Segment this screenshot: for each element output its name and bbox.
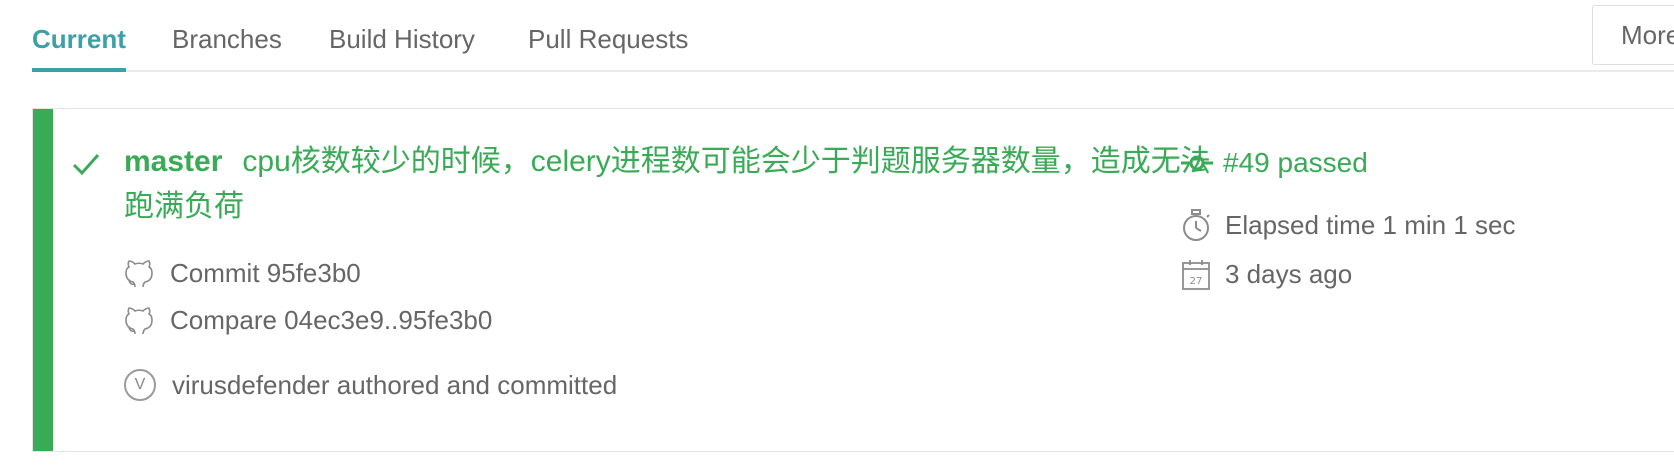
tab-pull-requests[interactable]: Pull Requests [528, 24, 688, 72]
finished-label: 3 days ago [1225, 258, 1353, 289]
tab-branches[interactable]: Branches [172, 24, 282, 72]
github-icon [125, 307, 153, 335]
elapsed-time: Elapsed time 1 min 1 sec [1181, 205, 1515, 245]
build-number-link[interactable]: #49 passed [1181, 143, 1368, 183]
commit-icon [1181, 155, 1213, 171]
build-number-label: #49 passed [1223, 147, 1368, 178]
current-build-card: master cpu核数较少的时候，celery进程数可能会少于判题服务器数量，造… [32, 108, 1674, 452]
finished-at: 27 3 days ago [1181, 254, 1352, 294]
stopwatch-icon [1183, 209, 1210, 241]
branch-name[interactable]: master [124, 145, 222, 178]
tab-build-history[interactable]: Build History [329, 24, 475, 72]
commit-link[interactable]: Commit 95fe3b0 [170, 258, 361, 289]
author-text: virusdefender authored and committed [172, 369, 618, 400]
check-icon [72, 154, 100, 176]
build-tabs: Current Branches Build History Pull Requ… [32, 0, 1674, 72]
elapsed-time-label: Elapsed time 1 min 1 sec [1225, 209, 1516, 240]
commit-message: cpu核数较少的时候，celery进程数可能会少于判题服务器数量，造成无法跑满负… [124, 145, 1211, 223]
more-options-button[interactable]: More [1592, 5, 1674, 65]
calendar-icon: 27 [1182, 260, 1210, 290]
avatar: V [124, 369, 156, 401]
status-bar [33, 109, 53, 451]
compare-row[interactable]: Compare 04ec3e9..95fe3b0 [124, 302, 492, 338]
calendar-day: 27 [1190, 276, 1203, 287]
commit-title[interactable]: master cpu核数较少的时候，celery进程数可能会少于判题服务器数量，造… [124, 139, 1214, 229]
github-icon [125, 260, 153, 288]
tab-current[interactable]: Current [32, 24, 126, 72]
author-row: V virusdefender authored and committed [124, 367, 617, 403]
commit-row[interactable]: Commit 95fe3b0 [124, 255, 361, 291]
compare-link[interactable]: Compare 04ec3e9..95fe3b0 [170, 305, 492, 336]
